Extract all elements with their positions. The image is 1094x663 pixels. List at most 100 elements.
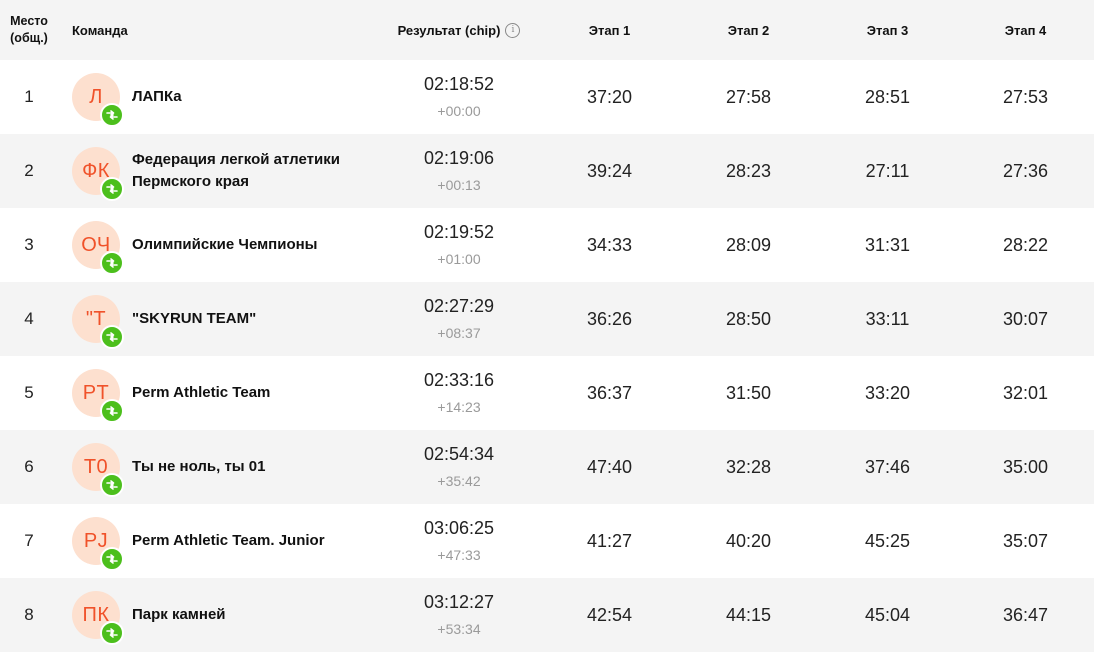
stage2-cell: 28:23 (725, 160, 772, 181)
table-row[interactable]: 1 Л ЛАПКа 02:18:52 +00:00 37:20 27:58 28… (0, 60, 1094, 134)
place-cell: 7 (24, 531, 34, 550)
team-name-line2: Пермского края (132, 173, 249, 190)
result-header-label: Результат (chip) (397, 22, 501, 38)
info-icon[interactable]: i (505, 22, 521, 38)
place-header-line1: Место (10, 14, 48, 28)
team-cell[interactable]: Л ЛАПКа (58, 73, 378, 127)
relay-icon (100, 473, 124, 497)
place-cell: 2 (24, 161, 34, 180)
team-name-line1: Олимпийские Чемпионы (132, 236, 318, 253)
result-time: 02:19:06 (423, 148, 495, 168)
place-cell: 1 (24, 87, 34, 106)
result-time: 02:54:34 (423, 444, 495, 464)
team-name-line1: "SKYRUN TEAM" (132, 310, 257, 327)
team-cell[interactable]: "T "SKYRUN TEAM" (58, 295, 378, 349)
stage4-cell: 27:53 (1002, 86, 1049, 107)
table-row[interactable]: 7 PJ Perm Athletic Team. Junior 03:06:25… (0, 504, 1094, 578)
table-header: Место (общ.) Команда Результат (chip) i … (0, 0, 1094, 60)
stage4-cell: 27:36 (1002, 160, 1049, 181)
stage1-cell: 37:20 (586, 86, 633, 107)
stage1-cell: 34:33 (586, 234, 633, 255)
stage2-cell: 27:58 (725, 86, 772, 107)
column-header-team[interactable]: Команда (58, 23, 378, 38)
stage1-cell: 42:54 (586, 604, 633, 625)
place-cell: 4 (24, 309, 34, 328)
table-row[interactable]: 5 PT Perm Athletic Team 02:33:16 +14:23 … (0, 356, 1094, 430)
table-row[interactable]: 6 Т0 Ты не ноль, ты 01 02:54:34 +35:42 4… (0, 430, 1094, 504)
team-avatar: ПК (72, 591, 124, 645)
result-cell: 02:33:16 +14:23 (378, 368, 540, 418)
team-cell[interactable]: ПК Парк камней (58, 591, 378, 645)
stage4-cell: 28:22 (1002, 234, 1049, 255)
team-cell[interactable]: ФК Федерация легкой атлетики Пермского к… (58, 147, 378, 201)
team-name-line1: ЛАПКа (132, 88, 182, 105)
result-time: 02:19:52 (423, 222, 495, 242)
stage2-cell: 28:50 (725, 308, 772, 329)
stage1-cell: 39:24 (586, 160, 633, 181)
table-row[interactable]: 4 "T "SKYRUN TEAM" 02:27:29 +08:37 36:26 (0, 282, 1094, 356)
stage1-cell: 47:40 (586, 456, 633, 477)
stage2-cell: 28:09 (725, 234, 772, 255)
result-gap: +00:00 (437, 103, 481, 119)
team-name[interactable]: Олимпийские Чемпионы (132, 234, 318, 256)
team-name[interactable]: "SKYRUN TEAM" (132, 308, 256, 330)
column-header-stage3[interactable]: Этап 3 (818, 23, 957, 38)
result-cell: 02:54:34 +35:42 (378, 442, 540, 492)
results-table: Место (общ.) Команда Результат (chip) i … (0, 0, 1094, 652)
team-avatar: "T (72, 295, 124, 349)
column-header-place[interactable]: Место (общ.) (0, 13, 58, 47)
result-gap: +35:42 (437, 473, 481, 489)
place-cell: 8 (24, 605, 34, 624)
relay-icon (100, 325, 124, 349)
team-avatar: PT (72, 369, 124, 423)
team-avatar: ФК (72, 147, 124, 201)
result-gap: +53:34 (437, 621, 481, 637)
stage2-cell: 32:28 (725, 456, 772, 477)
result-gap: +14:23 (437, 399, 481, 415)
team-cell[interactable]: ОЧ Олимпийские Чемпионы (58, 221, 378, 275)
team-cell[interactable]: Т0 Ты не ноль, ты 01 (58, 443, 378, 497)
place-cell: 5 (24, 383, 34, 402)
team-cell[interactable]: PT Perm Athletic Team (58, 369, 378, 423)
table-row[interactable]: 3 ОЧ Олимпийские Чемпионы 02:19:52 +01:0… (0, 208, 1094, 282)
team-name[interactable]: Ты не ноль, ты 01 (132, 456, 265, 478)
table-row[interactable]: 2 ФК Федерация легкой атлетики Пермского… (0, 134, 1094, 208)
column-header-result[interactable]: Результат (chip) i (378, 22, 540, 38)
team-name-line1: Парк камней (132, 606, 226, 623)
stage3-cell: 28:51 (864, 86, 911, 107)
result-cell: 02:27:29 +08:37 (378, 294, 540, 344)
team-name[interactable]: Perm Athletic Team (132, 382, 270, 404)
result-cell: 02:19:06 +00:13 (378, 146, 540, 196)
team-avatar: PJ (72, 517, 124, 571)
column-header-stage1[interactable]: Этап 1 (540, 23, 679, 38)
table-row[interactable]: 8 ПК Парк камней 03:12:27 +53:34 42:54 4… (0, 578, 1094, 652)
stage2-cell: 31:50 (725, 382, 772, 403)
result-gap: +08:37 (437, 325, 481, 341)
team-cell[interactable]: PJ Perm Athletic Team. Junior (58, 517, 378, 571)
stage3-cell: 33:20 (864, 382, 911, 403)
relay-icon (100, 251, 124, 275)
team-name[interactable]: Perm Athletic Team. Junior (132, 530, 325, 552)
result-gap: +47:33 (437, 547, 481, 563)
stage3-cell: 37:46 (864, 456, 911, 477)
team-name-line1: Perm Athletic Team. Junior (132, 532, 325, 549)
relay-icon (100, 103, 124, 127)
stage3-cell: 45:04 (864, 604, 911, 625)
team-name[interactable]: ЛАПКа (132, 86, 182, 108)
stage4-cell: 32:01 (1002, 382, 1049, 403)
stage4-cell: 30:07 (1002, 308, 1049, 329)
result-time: 03:06:25 (423, 518, 495, 538)
column-header-stage4[interactable]: Этап 4 (957, 23, 1094, 38)
result-cell: 02:18:52 +00:00 (378, 72, 540, 122)
team-name-line1: Федерация легкой атлетики (132, 151, 340, 168)
stage1-cell: 36:26 (586, 308, 633, 329)
result-time: 03:12:27 (423, 592, 495, 612)
column-header-stage2[interactable]: Этап 2 (679, 23, 818, 38)
team-name[interactable]: Парк камней (132, 604, 226, 626)
result-gap: +01:00 (437, 251, 481, 267)
team-name[interactable]: Федерация легкой атлетики Пермского края (132, 149, 340, 193)
stage4-cell: 36:47 (1002, 604, 1049, 625)
stage1-cell: 41:27 (586, 530, 633, 551)
stage3-cell: 33:11 (865, 308, 910, 329)
stage1-cell: 36:37 (586, 382, 633, 403)
